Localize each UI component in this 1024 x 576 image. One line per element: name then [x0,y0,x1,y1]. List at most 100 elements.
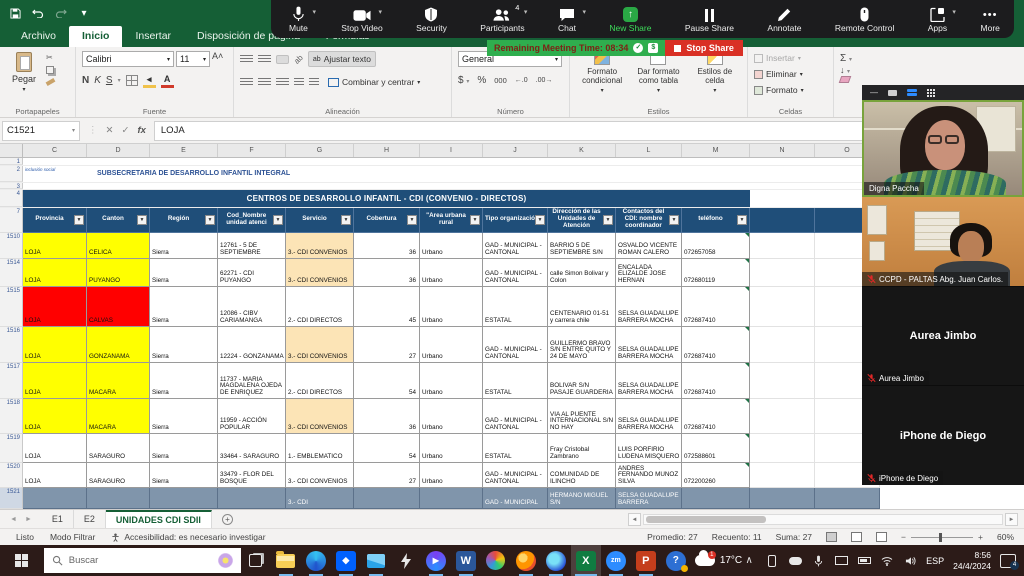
name-box[interactable]: C1521▾ [2,121,80,141]
remote-control-button[interactable]: Remote Control [835,6,895,33]
column-filter-header-direccion[interactable]: Dirección de las Unidades de Atención▼ [548,208,616,233]
pause-share-button[interactable]: Pause Share [685,6,734,33]
cell-I1521[interactable] [420,488,483,509]
cell-I1518[interactable]: Urbano [420,399,483,434]
chevron-down-icon[interactable]: ▾ [379,8,383,16]
cell-N1515[interactable] [750,287,815,327]
cell-D1517[interactable]: MACARA [87,363,150,399]
new-sheet-button[interactable]: + [212,510,243,528]
cell-K1518[interactable]: VIA AL PUENTE INTERNACIONAL S/N NO HAY [548,399,616,434]
search-input[interactable]: Buscar [44,548,241,573]
task-view-button[interactable] [241,545,271,576]
orientation-icon[interactable]: ab [292,53,305,66]
zoom-level[interactable]: 60% [997,532,1014,542]
clear-icon[interactable] [839,76,852,83]
cell-F1514[interactable]: 62271 - CDI PUYANGO [218,259,286,287]
hscroll-left-icon[interactable]: ◄ [628,513,641,526]
column-filter-header-cod[interactable]: Cod_Nombre unidad atenci▼ [218,208,286,233]
cell-K1521[interactable]: HERMANO MIGUEL S/N [548,488,616,509]
tray-microphone-icon[interactable] [811,554,825,568]
cell-L1521[interactable]: SELSA GUADALUPE BARRERA [616,488,682,509]
cell-E1517[interactable]: Sierra [150,363,218,399]
cell-H1518[interactable]: 36 [354,399,420,434]
cell-C1516[interactable]: LOJA [23,327,87,363]
column-filter-header-tipo[interactable]: Tipo organizació▼ [483,208,548,233]
taskbar-lightning-app[interactable] [391,545,421,576]
cell-L1519[interactable]: LUIS PORFIRIO LUDENA MISQUERO [616,434,682,463]
cell-L1516[interactable]: SELSA GUADALUPE BARRERA MOCHA [616,327,682,363]
apps-button[interactable]: ▾ Apps [928,6,947,33]
fill-color-icon[interactable]: ◂ [143,75,156,86]
cell-N1514[interactable] [750,259,815,287]
cell-G1519[interactable]: 1.- EMBLEMATICO [286,434,354,463]
underline-button[interactable]: S [106,75,113,86]
grow-font-icon[interactable]: A˄ [212,51,223,67]
taskbar-file-explorer[interactable] [271,545,301,576]
name-box-splitter[interactable]: ⋮ [88,125,98,136]
row-number[interactable]: 1515 [0,287,23,327]
cell-I1510[interactable]: Urbano [420,233,483,259]
stop-share-button[interactable]: Stop Share [665,40,743,56]
cell-J1520[interactable]: GAD - MUNICIPAL - CANTONAL [483,463,548,488]
cell-L1520[interactable]: ANDRES FERNANDO MUNOZ SILVA [616,463,682,488]
cell-F1516[interactable]: 12224 - GONZANAMA [218,327,286,363]
column-header-J[interactable]: J [483,144,548,157]
tray-volume-icon[interactable] [903,554,917,568]
video-tile-iphone-diego[interactable]: iPhone de Diego iPhone de Diego [862,386,1024,485]
cell-F1521[interactable] [218,488,286,509]
row-number[interactable]: 2 [0,166,23,182]
cell-J1516[interactable]: GAD - MUNICIPAL - CANTONAL [483,327,548,363]
cell-H1514[interactable]: 36 [354,259,420,287]
cell-F1517[interactable]: 11737 - MARIA MAGDALENA OJEDA DE ENRIQUE… [218,363,286,399]
enter-icon[interactable]: ✓ [121,125,129,136]
currency-icon[interactable]: $ ▾ [458,75,469,86]
cell-K1519[interactable]: Fray Cristobal Zambrano [548,434,616,463]
cell-H1515[interactable]: 45 [354,287,420,327]
chat-button[interactable]: ▾ Chat [558,6,576,33]
cell-E1514[interactable]: Sierra [150,259,218,287]
cell-L1514[interactable]: ENCALADA ELIZALDE JOSE HERNAN [616,259,682,287]
taskbar-color-wheel-app[interactable] [481,545,511,576]
row-number[interactable]: 7 [0,208,23,233]
row-number[interactable]: 1520 [0,463,23,488]
cell-E1515[interactable]: Sierra [150,287,218,327]
annotate-button[interactable]: Annotate [767,6,801,33]
cell-K1510[interactable]: BARRIO 5 DE SEPTIEMBRE S/N [548,233,616,259]
row-number[interactable]: 1510 [0,233,23,259]
cell-E1516[interactable]: Sierra [150,327,218,363]
quick-access-more-icon[interactable]: ▾ [77,6,91,20]
cell-C1510[interactable]: LOJA [23,233,87,259]
taskbar-weather[interactable]: 1 17°C [695,555,742,566]
cell-K1517[interactable]: BOLIVAR S/N PASAJE GUARDERIA [548,363,616,399]
sheet-tab-unidades[interactable]: UNIDADES CDI SDII [106,510,212,528]
sheet-nav-right-icon[interactable]: ► [25,516,32,523]
align-right-icon[interactable] [276,78,289,87]
cell-J1514[interactable]: GAD - MUNICIPAL - CANTONAL [483,259,548,287]
percent-icon[interactable]: % [477,75,486,86]
cell-I1516[interactable]: Urbano [420,327,483,363]
italic-button[interactable]: K [94,75,101,86]
cell-C1519[interactable]: LOJA [23,434,87,463]
cell-D1519[interactable]: SARAGURO [87,434,150,463]
chevron-down-icon[interactable]: ▾ [312,8,316,16]
sheet-tab-e2[interactable]: E2 [74,510,106,528]
filter-dropdown-icon[interactable]: ▼ [470,215,480,225]
zoom-slider[interactable]: −+ [901,532,983,542]
taskbar-help[interactable]: ? [661,545,691,576]
cell-N1510[interactable] [750,233,815,259]
video-tile-juan-carlos[interactable]: CCPD - PALTAS Abg. Juan Carlos. [862,197,1024,287]
cell-G1514[interactable]: 3.- CDI CONVENIOS [286,259,354,287]
normal-view-icon[interactable] [826,532,837,542]
cell-M1521[interactable] [682,488,750,509]
filter-dropdown-icon[interactable]: ▼ [407,215,417,225]
filter-dropdown-icon[interactable]: ▼ [273,215,283,225]
cell-J1519[interactable]: ESTATAL [483,434,548,463]
video-tile-aurea[interactable]: Aurea Jimbo Aurea Jimbo [862,287,1024,386]
cell-M1510[interactable]: 072657058 [682,233,750,259]
cell-C1518[interactable]: LOJA [23,399,87,434]
cell-M1516[interactable]: 072687410 [682,327,750,363]
sheet-nav-left-icon[interactable]: ◄ [10,516,17,523]
column-header-H[interactable]: H [354,144,420,157]
insert-cells-button[interactable]: Insertar▾ [754,51,801,65]
column-filter-header-servicio[interactable]: Servicio▼ [286,208,354,233]
